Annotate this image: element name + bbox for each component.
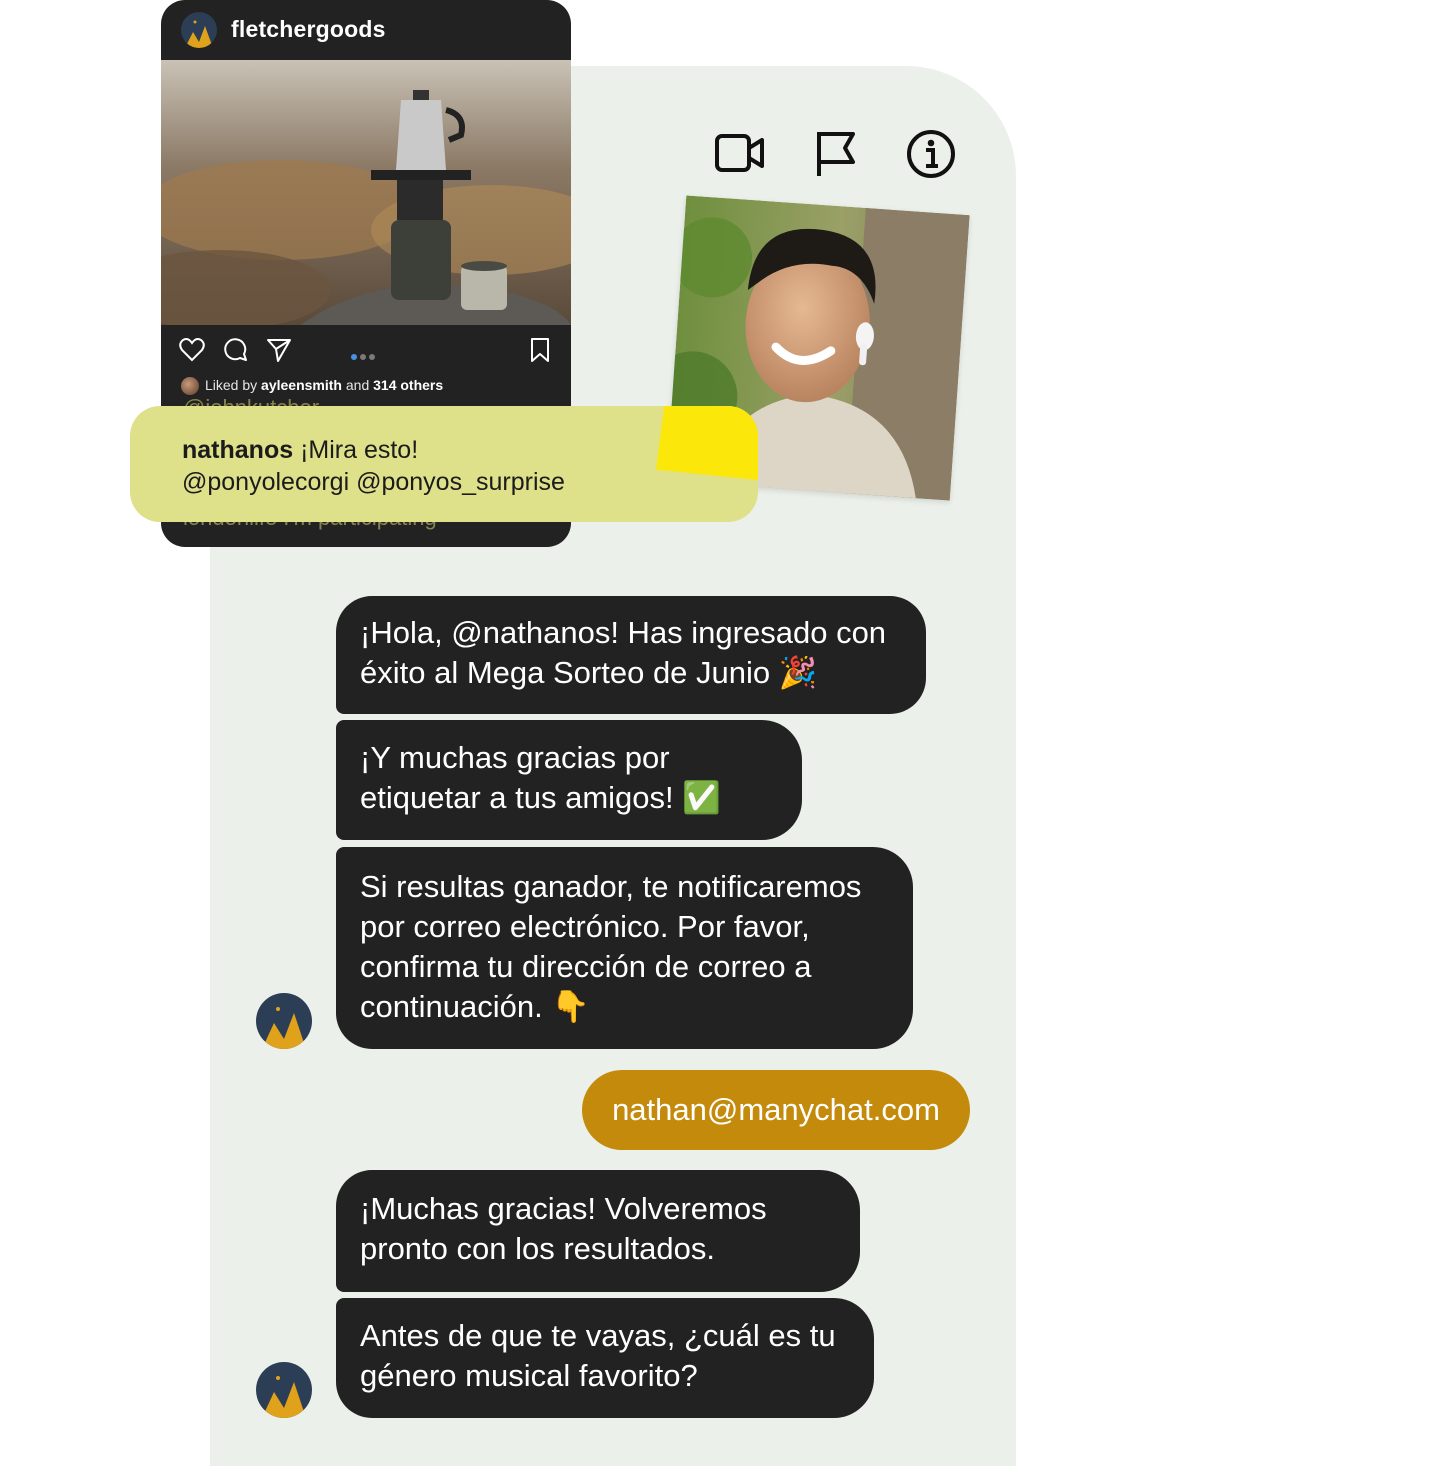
share-icon[interactable]	[265, 336, 293, 364]
bot-avatar[interactable]	[256, 993, 312, 1049]
carousel-dots	[351, 347, 378, 360]
comment-text: ¡Mira esto!	[300, 436, 419, 464]
post-image[interactable]	[161, 60, 571, 325]
bot-avatar[interactable]	[256, 1362, 312, 1418]
comment-username[interactable]: nathanos	[182, 436, 293, 464]
comment-mentions[interactable]: @ponyolecorgi @ponyos_surprise	[182, 468, 565, 496]
bot-message-1: ¡Hola, @nathanos! Has ingresado con éxit…	[336, 596, 926, 714]
comment-icon[interactable]	[222, 336, 250, 364]
liker-avatar	[181, 377, 199, 396]
video-call-icon[interactable]	[712, 126, 768, 182]
flag-icon[interactable]	[808, 126, 864, 182]
check-mark-icon: ✅	[682, 780, 721, 816]
highlighted-comment: nathanos ¡Mira esto! @ponyolecorgi @pony…	[130, 406, 758, 522]
brand-avatar[interactable]	[181, 12, 217, 48]
post-header: fletchergoods	[161, 0, 571, 60]
post-actions-bar	[161, 330, 571, 370]
comment-accent-shape	[656, 406, 758, 480]
info-icon[interactable]	[903, 126, 959, 182]
party-popper-icon: 🎉	[778, 655, 818, 691]
bot-message-3: Si resultas ganador, te notificaremos po…	[336, 847, 913, 1049]
bookmark-icon[interactable]	[526, 336, 554, 364]
user-message-email: nathan@manychat.com	[582, 1070, 970, 1150]
bot-message-4: ¡Muchas gracias! Volveremos pronto con l…	[336, 1170, 860, 1292]
heart-icon[interactable]	[178, 336, 206, 364]
post-username[interactable]: fletchergoods	[231, 16, 386, 43]
bot-message-5: Antes de que te vayas, ¿cuál es tu géner…	[336, 1298, 874, 1418]
likes-summary[interactable]: Liked by ayleensmith and 314 others	[181, 377, 443, 396]
pointing-down-icon: 👇	[551, 989, 590, 1025]
bot-message-2: ¡Y muchas gracias por etiquetar a tus am…	[336, 720, 802, 840]
